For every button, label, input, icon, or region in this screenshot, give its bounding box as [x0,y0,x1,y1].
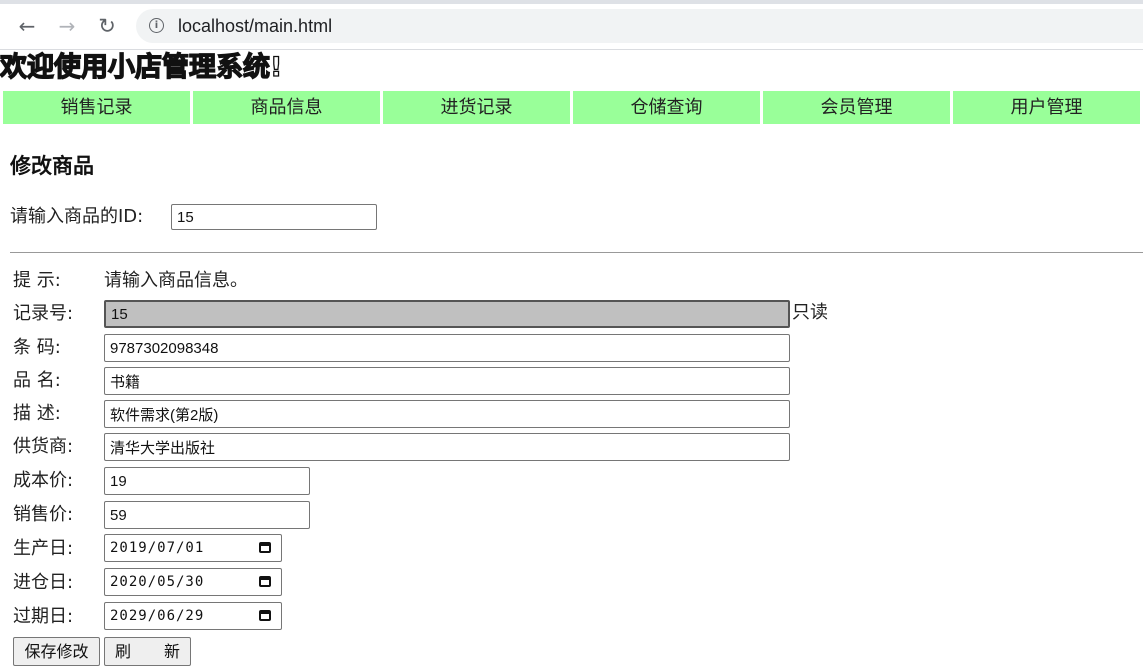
menu-item-purchases[interactable]: 进货记录 [383,91,570,124]
tip-text: 请输入商品信息。 [104,270,248,291]
production-date-field[interactable] [104,534,282,562]
stock-date-label: 进仓日: [13,572,74,593]
tab-strip [0,0,1143,4]
menu-item-products[interactable]: 商品信息 [193,91,380,124]
back-arrow-icon[interactable]: ← [14,13,40,39]
sale-price-field[interactable] [104,501,310,529]
sale-price-label: 销售价: [13,504,74,525]
reload-icon[interactable]: ↻ [94,13,120,39]
refresh-button[interactable]: 刷 新 [104,637,191,666]
description-field[interactable] [104,400,790,428]
page-title: 修改商品 [10,154,94,178]
name-field[interactable] [104,367,790,395]
description-label: 描 述: [13,403,61,424]
barcode-field[interactable] [104,334,790,362]
site-info-icon[interactable]: i [149,18,164,33]
supplier-label: 供货商: [13,436,74,457]
save-changes-button[interactable]: 保存修改 [13,637,100,666]
production-date-label: 生产日: [13,538,74,559]
site-title: 欢迎使用小店管理系统! [0,51,283,83]
cost-price-label: 成本价: [13,470,74,491]
divider [10,252,1143,253]
cost-price-field[interactable] [104,467,310,495]
name-label: 品 名: [13,370,61,391]
tip-label: 提 示: [13,270,61,291]
expiry-date-label: 过期日: [13,606,74,627]
address-bar[interactable]: i localhost/main.html [136,9,1143,43]
calendar-icon[interactable] [259,542,271,553]
barcode-label: 条 码: [13,337,61,358]
supplier-field[interactable] [104,433,790,461]
calendar-icon[interactable] [259,576,271,587]
address-url[interactable]: localhost/main.html [178,16,332,37]
calendar-icon[interactable] [259,610,271,621]
record-no-field [104,300,790,328]
record-no-label: 记录号: [13,303,74,324]
menu-item-sales[interactable]: 销售记录 [3,91,190,124]
main-menu: 销售记录 商品信息 进货记录 仓储查询 会员管理 用户管理 [3,91,1140,124]
readonly-note: 只读 [792,302,828,323]
menu-item-inventory[interactable]: 仓储查询 [573,91,760,124]
browser-chrome: ← → ↻ i localhost/main.html [0,0,1143,50]
id-label: 请输入商品的ID: [10,206,144,227]
product-id-input[interactable] [171,204,377,230]
menu-item-members[interactable]: 会员管理 [763,91,950,124]
menu-item-users[interactable]: 用户管理 [953,91,1140,124]
expiry-date-field[interactable] [104,602,282,630]
forward-arrow-icon[interactable]: → [54,13,80,39]
stock-date-field[interactable] [104,568,282,596]
